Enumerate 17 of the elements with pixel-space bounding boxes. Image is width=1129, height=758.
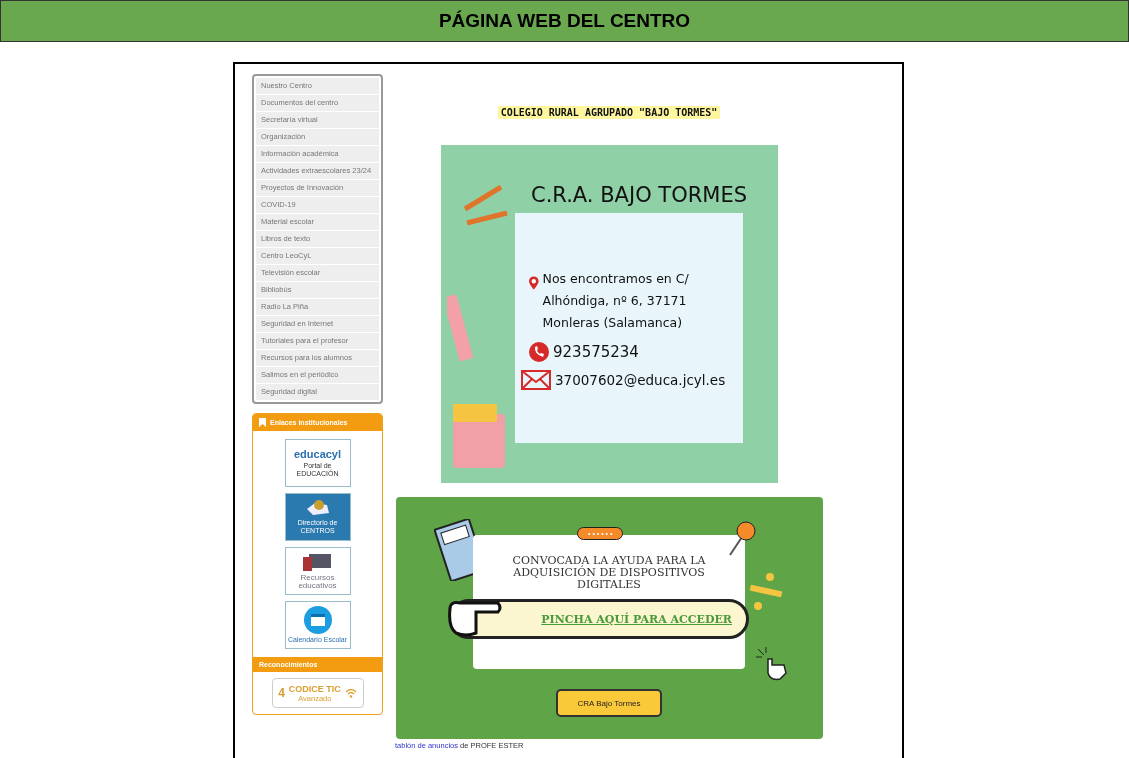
page-title: PÁGINA WEB DEL CENTRO	[438, 10, 691, 32]
calendar-icon	[303, 606, 332, 634]
phone-icon	[529, 342, 549, 362]
link-banner[interactable]: Recursos educativos	[284, 547, 351, 595]
access-link[interactable]: PINCHA AQUÍ PARA ACCEDER	[449, 599, 749, 639]
mail-icon	[521, 370, 551, 390]
address-text: Nos encontramos en C/ Alhóndiga, nº 6, 37171 Monleras (Salamanca)	[542, 270, 690, 332]
email-address: 37007602@educa.jcyl.es	[555, 372, 726, 388]
wifi-icon	[344, 688, 357, 698]
division-sign-drawing	[747, 572, 784, 612]
poster-title: C.R.A. BAJO TORMES	[530, 183, 747, 207]
bookmark-icon	[259, 418, 266, 427]
school-title: COLEGIO RURAL AGRUPADO "BAJO TORMES"	[497, 106, 721, 119]
notice-headline: CONVOCADA LA AYUDA PARA LA ADQUISICIÓN DE DISPOSITIVOS DIGITALES	[511, 555, 707, 591]
clicking-hand-drawing	[755, 647, 790, 683]
school-button[interactable]: CRA Bajo Tormes	[556, 689, 662, 717]
phone-number: 923575234	[553, 343, 639, 361]
